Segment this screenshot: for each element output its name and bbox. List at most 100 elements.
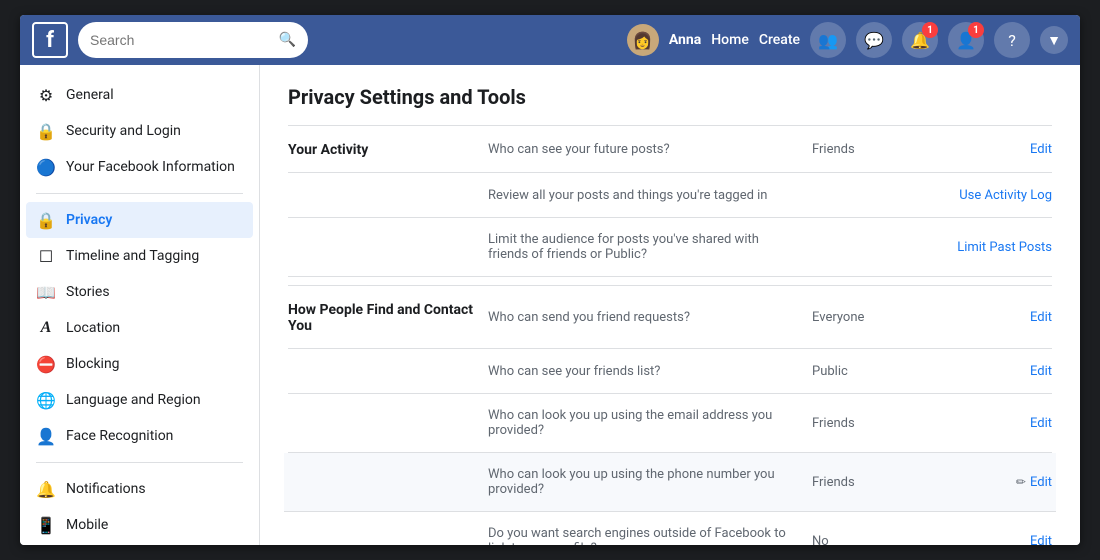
sidebar-label: Notifications bbox=[66, 481, 146, 497]
row-description: Who can see your future posts? bbox=[488, 142, 812, 157]
sidebar-item-stories[interactable]: 📖 Stories bbox=[20, 274, 259, 310]
section-label bbox=[288, 232, 488, 234]
sidebar-item-language-region[interactable]: 🌐 Language and Region bbox=[20, 382, 259, 418]
notifications-icon-btn[interactable]: 🔔 1 bbox=[902, 22, 938, 58]
sidebar-label: Security and Login bbox=[66, 123, 181, 139]
search-icon: 🔍 bbox=[279, 32, 296, 48]
search-input[interactable] bbox=[90, 32, 271, 48]
row-description: Review all your posts and things you're … bbox=[488, 188, 812, 203]
settings-row-highlighted: Who can look you up using the phone numb… bbox=[284, 453, 1056, 512]
facebook-logo[interactable]: f bbox=[32, 22, 68, 58]
sidebar-item-timeline-tagging[interactable]: ☐ Timeline and Tagging bbox=[20, 238, 259, 274]
notifications-sidebar-icon: 🔔 bbox=[36, 479, 56, 499]
your-activity-section: Your Activity Who can see your future po… bbox=[288, 125, 1052, 277]
nav-dropdown-btn[interactable]: ▼ bbox=[1040, 26, 1068, 54]
settings-row: Review all your posts and things you're … bbox=[288, 173, 1052, 218]
settings-row: Who can look you up using the email addr… bbox=[288, 394, 1052, 453]
friends-icon: 👥 bbox=[818, 31, 838, 50]
row-action: Edit bbox=[932, 415, 1052, 431]
edit-link[interactable]: Edit bbox=[1030, 364, 1052, 379]
nav-right: 👩 Anna Home Create 👥 💬 🔔 1 👤 1 ? ▼ bbox=[627, 22, 1068, 58]
sidebar-item-privacy[interactable]: 🔒 Privacy bbox=[26, 202, 253, 238]
location-icon: A bbox=[36, 318, 56, 338]
content-area: Privacy Settings and Tools Your Activity… bbox=[260, 65, 1080, 545]
sidebar-item-face-recognition[interactable]: 👤 Face Recognition bbox=[20, 418, 259, 454]
settings-row: How People Find and Contact You Who can … bbox=[288, 286, 1052, 349]
nav-home-link[interactable]: Home bbox=[711, 32, 749, 48]
section-label bbox=[288, 526, 488, 528]
sidebar-item-notifications[interactable]: 🔔 Notifications bbox=[20, 471, 259, 507]
sidebar-item-fb-info[interactable]: 🔵 Your Facebook Information bbox=[20, 149, 259, 185]
nav-username: Anna bbox=[669, 32, 701, 48]
section-label bbox=[288, 408, 488, 410]
sidebar-label: Blocking bbox=[66, 356, 120, 372]
limit-past-posts-link[interactable]: Limit Past Posts bbox=[957, 240, 1052, 255]
sidebar-label: General bbox=[66, 87, 114, 103]
row-description: Who can see your friends list? bbox=[488, 364, 812, 379]
sidebar-item-blocking[interactable]: ⛔ Blocking bbox=[20, 346, 259, 382]
stories-icon: 📖 bbox=[36, 282, 56, 302]
section-label bbox=[288, 187, 488, 189]
row-value: Friends bbox=[812, 475, 932, 490]
timeline-icon: ☐ bbox=[36, 246, 56, 266]
row-description: Who can look you up using the phone numb… bbox=[488, 467, 812, 497]
main-content: ⚙ General 🔒 Security and Login 🔵 Your Fa… bbox=[20, 65, 1080, 545]
row-value: Public bbox=[812, 364, 932, 379]
settings-row: Limit the audience for posts you've shar… bbox=[288, 218, 1052, 277]
sidebar-label: Location bbox=[66, 320, 120, 336]
help-icon-btn[interactable]: ? bbox=[994, 22, 1030, 58]
row-value: Everyone bbox=[812, 310, 932, 325]
row-action: Edit bbox=[932, 141, 1052, 157]
search-bar: 🔍 bbox=[78, 22, 308, 58]
row-action: Edit bbox=[932, 533, 1052, 545]
mobile-icon: 📱 bbox=[36, 515, 56, 535]
privacy-icon: 🔒 bbox=[36, 210, 56, 230]
friend-requests-badge: 1 bbox=[968, 22, 984, 38]
gear-icon: ⚙ bbox=[36, 85, 56, 105]
settings-row: Your Activity Who can see your future po… bbox=[288, 126, 1052, 173]
sidebar-item-general[interactable]: ⚙ General bbox=[20, 77, 259, 113]
sidebar-item-security-login[interactable]: 🔒 Security and Login bbox=[20, 113, 259, 149]
row-value: Friends bbox=[812, 142, 932, 157]
edit-link[interactable]: Edit bbox=[1030, 310, 1052, 325]
help-icon: ? bbox=[1008, 31, 1016, 50]
row-action: Edit bbox=[932, 309, 1052, 325]
row-description: Do you want search engines outside of Fa… bbox=[488, 526, 812, 545]
use-activity-log-link[interactable]: Use Activity Log bbox=[959, 188, 1052, 203]
settings-row: Who can see your friends list? Public Ed… bbox=[288, 349, 1052, 394]
sidebar-divider-2 bbox=[36, 462, 243, 463]
row-action: Edit bbox=[932, 363, 1052, 379]
sidebar-item-public-posts[interactable]: 📋 Public Posts bbox=[20, 543, 259, 545]
edit-link[interactable]: Edit bbox=[1030, 142, 1052, 157]
friend-requests-icon-btn[interactable]: 👤 1 bbox=[948, 22, 984, 58]
section-label: How People Find and Contact You bbox=[288, 300, 488, 334]
sidebar-label: Mobile bbox=[66, 517, 108, 533]
sidebar-item-mobile[interactable]: 📱 Mobile bbox=[20, 507, 259, 543]
row-action: ✏ Edit bbox=[932, 475, 1052, 490]
edit-link[interactable]: Edit bbox=[1030, 416, 1052, 431]
row-value: No bbox=[812, 534, 932, 546]
sidebar-label: Stories bbox=[66, 284, 110, 300]
navbar: f 🔍 👩 Anna Home Create 👥 💬 🔔 1 👤 1 bbox=[20, 15, 1080, 65]
row-description: Who can look you up using the email addr… bbox=[488, 408, 812, 438]
sidebar-item-location[interactable]: A Location bbox=[20, 310, 259, 346]
facebook-info-icon: 🔵 bbox=[36, 157, 56, 177]
sidebar: ⚙ General 🔒 Security and Login 🔵 Your Fa… bbox=[20, 65, 260, 545]
blocking-icon: ⛔ bbox=[36, 354, 56, 374]
nav-create-link[interactable]: Create bbox=[759, 32, 800, 48]
sidebar-label: Your Facebook Information bbox=[66, 159, 235, 175]
section-label bbox=[288, 363, 488, 365]
edit-link[interactable]: Edit bbox=[1030, 475, 1052, 490]
chevron-down-icon: ▼ bbox=[1047, 32, 1061, 49]
messenger-icon: 💬 bbox=[864, 31, 884, 50]
row-description: Who can send you friend requests? bbox=[488, 310, 812, 325]
sidebar-label: Timeline and Tagging bbox=[66, 248, 199, 264]
section-label bbox=[288, 467, 488, 469]
settings-row: Do you want search engines outside of Fa… bbox=[288, 512, 1052, 545]
language-icon: 🌐 bbox=[36, 390, 56, 410]
friends-icon-btn[interactable]: 👥 bbox=[810, 22, 846, 58]
messenger-icon-btn[interactable]: 💬 bbox=[856, 22, 892, 58]
section-label: Your Activity bbox=[288, 140, 488, 158]
sidebar-divider-1 bbox=[36, 193, 243, 194]
edit-link[interactable]: Edit bbox=[1030, 534, 1052, 545]
